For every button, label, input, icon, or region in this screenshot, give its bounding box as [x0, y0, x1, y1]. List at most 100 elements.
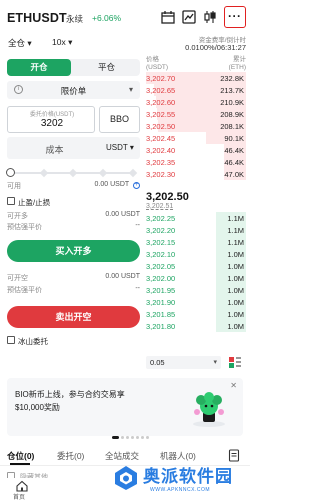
banner-line-2: $10,000奖励	[15, 403, 60, 412]
bid-qty: 1.0M	[227, 298, 244, 307]
bid-row[interactable]: 3,201.85 1.0M	[146, 308, 246, 320]
bid-row[interactable]: 3,202.00 1.0M	[146, 272, 246, 284]
slider-tick-50[interactable]	[68, 168, 78, 178]
watermark-logo: 奥派软件园 WWW.APKNNCX.COM	[110, 462, 248, 500]
depth-step-select[interactable]: 0.05 ▾	[146, 356, 221, 369]
can-open-long-value: 0.00 USDT	[105, 211, 140, 218]
mark-price[interactable]: 3,202.51	[146, 203, 173, 210]
available-label: 可用	[7, 183, 21, 190]
bid-row[interactable]: 3,202.05 1.0M	[146, 260, 246, 272]
bid-price: 3,202.25	[146, 214, 176, 223]
est-liq-label: 预估强平价	[7, 224, 42, 231]
price-input-label: 委托价格(USDT)	[29, 112, 75, 118]
bid-qty: 1.0M	[227, 274, 244, 283]
transfer-plus-icon[interactable]: +	[133, 182, 140, 189]
est-liq-value: --	[135, 222, 140, 229]
banner-line-1: BIO新币上线，参与合约交易享	[15, 390, 125, 399]
more-icon: ···	[228, 9, 242, 23]
bid-row[interactable]: 3,202.10 1.0M	[146, 248, 246, 260]
margin-mode-select[interactable]: 全仓 ▾	[8, 37, 32, 49]
price-input[interactable]: 委托价格(USDT) 3202	[7, 106, 95, 133]
slider-tick-75[interactable]	[98, 168, 108, 178]
price-header-label: 价格	[146, 56, 159, 63]
ask-row[interactable]: 3,202.45 90.1K	[146, 132, 246, 144]
est-liq-row-long: 预估强平价 --	[7, 222, 140, 232]
last-price[interactable]: 3,202.50	[146, 191, 189, 203]
bid-qty: 1.1M	[227, 238, 244, 247]
iceberg-checkbox[interactable]	[7, 336, 15, 344]
nav-home-label[interactable]: 首页	[13, 492, 25, 500]
watermark-url: WWW.APKNNCX.COM	[150, 487, 210, 493]
bid-price: 3,202.20	[146, 226, 176, 235]
bid-row[interactable]: 3,202.20 1.1M	[146, 224, 246, 236]
order-type-select[interactable]: i 限价单 ▾	[7, 81, 140, 99]
amount-slider-handle[interactable]	[6, 168, 15, 177]
bid-price: 3,201.80	[146, 322, 176, 331]
bid-qty: 1.0M	[227, 310, 244, 319]
document-icon[interactable]	[228, 449, 240, 462]
slider-tick-25[interactable]	[39, 168, 49, 178]
can-open-short-value: 0.00 USDT	[105, 273, 140, 280]
ask-qty: 208.9K	[220, 110, 244, 119]
bid-row[interactable]: 3,202.15 1.1M	[146, 236, 246, 248]
ask-row[interactable]: 3,202.40 46.4K	[146, 144, 246, 156]
ask-price: 3,202.60	[146, 98, 176, 107]
bid-row[interactable]: 3,201.90 1.0M	[146, 296, 246, 308]
tab-close[interactable]: 平仓	[73, 59, 140, 76]
buy-long-button[interactable]: 买入开多	[7, 240, 140, 262]
orderbook-price-header: 价格 (USDT)	[146, 56, 168, 72]
est-liq-row-short: 预估强平价 --	[7, 285, 140, 295]
tab-orders[interactable]: 委托(0)	[57, 450, 84, 462]
cost-unit-select[interactable]: USDT ▾	[106, 143, 134, 152]
tab-market-trades[interactable]: 全站成交	[105, 450, 139, 462]
ask-qty: 46.4K	[224, 158, 244, 167]
active-tab-indicator	[10, 463, 30, 465]
order-type-value: 限价单	[60, 86, 87, 96]
sell-short-button[interactable]: 卖出开空	[7, 306, 140, 328]
symbol-title[interactable]: ETHUSDT	[7, 11, 67, 25]
ask-row[interactable]: 3,202.70 232.8K	[146, 72, 246, 84]
tab-open[interactable]: 开仓	[7, 59, 71, 76]
leverage-value: 10x	[52, 37, 66, 47]
ask-row[interactable]: 3,202.65 213.7K	[146, 84, 246, 96]
tab-positions[interactable]: 仓位(0)	[7, 450, 34, 462]
chevron-down-icon: ▾	[128, 85, 133, 94]
calendar-icon[interactable]	[160, 9, 176, 25]
promo-banner[interactable]: BIO新币上线，参与合约交易享 $10,000奖励 ✕	[7, 378, 243, 439]
bid-price: 3,201.95	[146, 286, 176, 295]
bid-row[interactable]: 3,201.80 1.0M	[146, 320, 246, 332]
ask-row[interactable]: 3,202.60 210.9K	[146, 96, 246, 108]
bid-qty: 1.0M	[227, 322, 244, 331]
slider-tick-100[interactable]	[128, 168, 138, 178]
bid-price: 3,202.05	[146, 262, 176, 271]
bid-qty: 1.0M	[227, 250, 244, 259]
ask-qty: 46.4K	[224, 146, 244, 155]
bid-qty: 1.1M	[227, 226, 244, 235]
ask-row[interactable]: 3,202.55 208.9K	[146, 108, 246, 120]
banner-mascot-image	[193, 392, 225, 427]
ask-row[interactable]: 3,202.30 47.0K	[146, 168, 246, 180]
orderbook-qty-header: 累计 (ETH)	[206, 56, 246, 72]
close-icon[interactable]: ✕	[230, 381, 237, 390]
bid-qty: 1.0M	[227, 286, 244, 295]
bid-price: 3,202.10	[146, 250, 176, 259]
bid-row[interactable]: 3,201.95 1.0M	[146, 284, 246, 296]
kline-icon[interactable]	[202, 9, 218, 25]
more-button[interactable]: ···	[224, 6, 246, 28]
ask-row[interactable]: 3,202.35 46.4K	[146, 156, 246, 168]
home-icon[interactable]	[16, 480, 28, 492]
ask-row[interactable]: 3,202.50 208.1K	[146, 120, 246, 132]
ask-qty: 213.7K	[220, 86, 244, 95]
leverage-select[interactable]: 10x ▾	[52, 37, 72, 48]
est-liq-value: --	[135, 285, 140, 292]
orderbook-layout-icon[interactable]	[228, 356, 242, 369]
bid-row[interactable]: 3,202.25 1.1M	[146, 212, 246, 224]
cost-input[interactable]: 成本 USDT ▾	[7, 137, 140, 159]
chart-icon[interactable]	[181, 9, 197, 25]
tpsl-checkbox[interactable]	[7, 197, 15, 205]
bbo-button[interactable]: BBO	[99, 106, 140, 133]
tab-bots[interactable]: 机器人(0)	[160, 450, 196, 462]
can-open-short-row: 可开空 0.00 USDT	[7, 273, 140, 283]
ask-qty: 47.0K	[224, 170, 244, 179]
funding-rate-value[interactable]: 0.0100%/06:31:27	[146, 43, 246, 52]
